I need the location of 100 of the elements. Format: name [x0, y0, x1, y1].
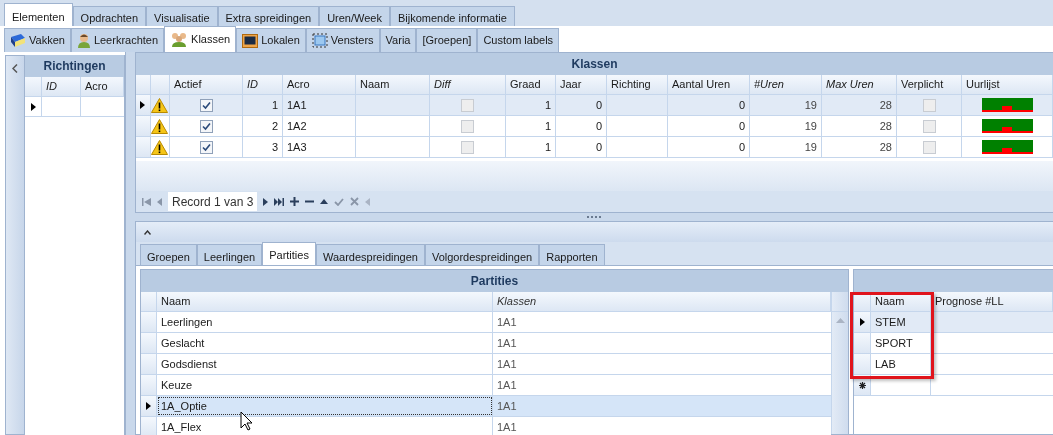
checkbox[interactable] — [461, 98, 474, 112]
table-row[interactable]: 1A_Flex 1A1 — [141, 417, 831, 435]
tab[interactable]: Waardespreidingen — [315, 244, 425, 265]
tab[interactable]: Vensters — [305, 28, 380, 52]
tab[interactable]: Partities — [262, 242, 316, 265]
checkbox[interactable] — [922, 140, 936, 154]
first-record-icon[interactable] — [142, 197, 151, 206]
next-record-icon[interactable] — [263, 197, 269, 206]
table-cell: 1A_Optie — [157, 396, 493, 416]
person-icon — [76, 33, 91, 48]
tab[interactable]: Uren/Week — [319, 6, 390, 26]
column-header[interactable]: Jaar — [556, 75, 607, 94]
row-indicator-icon — [146, 402, 151, 410]
table-cell: 28 — [822, 137, 897, 157]
checkbox[interactable] — [461, 140, 474, 154]
checkmark-icon[interactable] — [334, 197, 345, 206]
checkbox[interactable] — [199, 140, 213, 154]
new-row-icon — [858, 381, 866, 389]
table-cell-text: 1A1 — [496, 335, 518, 351]
add-icon[interactable] — [290, 197, 300, 206]
table-cell: 1 — [506, 137, 556, 157]
schedule-bar-icon — [981, 98, 1033, 112]
tab[interactable]: Bijkomende informatie — [389, 6, 515, 26]
tab[interactable]: Leerlingen — [196, 244, 263, 265]
table-row[interactable]: Godsdienst 1A1 — [141, 354, 831, 375]
table-row[interactable]: Keuze 1A1 — [141, 375, 831, 396]
row-header[interactable] — [136, 95, 151, 115]
selection-frame-icon — [311, 33, 328, 48]
book-icon — [10, 33, 26, 48]
column-header[interactable]: #Uren — [750, 75, 822, 94]
previous-record-icon[interactable] — [157, 197, 162, 206]
panel-title: Richtingen — [25, 55, 124, 77]
row-indicator-icon — [859, 318, 865, 326]
scroll-up-icon[interactable] — [835, 318, 845, 323]
table-cell: 0 — [556, 95, 607, 115]
table-cell: SPORT — [871, 333, 931, 353]
column-header[interactable]: Acro — [283, 75, 356, 94]
tab[interactable]: Extra spreidingen — [217, 6, 320, 26]
scroll-left-icon[interactable] — [365, 197, 371, 206]
column-header[interactable]: Richting — [607, 75, 668, 94]
row-header[interactable] — [854, 312, 871, 332]
table-cell: 28 — [822, 95, 897, 115]
column-header[interactable]: Naam — [356, 75, 430, 94]
tab[interactable]: Klassen — [164, 26, 237, 52]
table-cell: 1 — [243, 95, 283, 115]
column-header[interactable]: Acro — [81, 77, 124, 96]
up-icon[interactable] — [320, 199, 329, 204]
table-cell: 3 — [243, 137, 283, 157]
tab[interactable]: Lokalen — [236, 28, 306, 52]
column-header[interactable]: Uurlijst — [962, 75, 1053, 94]
table-row[interactable]: 1A_Optie 1A1 — [141, 396, 831, 417]
column-header[interactable]: Prognose #LL — [931, 292, 1053, 311]
checkbox[interactable] — [199, 98, 213, 112]
column-header[interactable]: Naam — [871, 292, 931, 311]
column-header[interactable]: Aantal Uren — [668, 75, 750, 94]
collapse-up-icon[interactable] — [144, 229, 151, 235]
column-header[interactable]: Verplicht — [897, 75, 962, 94]
tab[interactable]: Vakken — [4, 28, 71, 52]
column-header[interactable]: ID — [243, 75, 283, 94]
column-header[interactable]: Graad — [506, 75, 556, 94]
row-header[interactable] — [141, 396, 157, 416]
tab[interactable]: Groepen — [140, 244, 197, 265]
checkbox[interactable] — [922, 119, 936, 133]
collapse-icon[interactable] — [12, 64, 18, 73]
column-header[interactable]: Max Uren — [822, 75, 897, 94]
tab[interactable]: Varia — [379, 28, 417, 52]
table-cell: STEM — [871, 312, 931, 332]
column-header[interactable]: Diff — [430, 75, 506, 94]
checkbox[interactable] — [199, 119, 213, 133]
checkbox[interactable] — [922, 98, 936, 112]
people-icon — [170, 32, 189, 47]
tab[interactable]: Opdrachten — [72, 6, 147, 26]
row-indicator-icon — [30, 102, 36, 111]
tab[interactable]: [Groepen] — [416, 28, 478, 52]
table-cell-text: 1A1 — [496, 356, 518, 372]
table-cell: 1 — [506, 116, 556, 136]
schedule-bar-icon — [981, 119, 1033, 133]
monitor-icon — [242, 33, 259, 48]
table-cell: 1A1 — [283, 95, 356, 115]
table-cell: 28 — [822, 116, 897, 136]
table-row[interactable]: Geslacht 1A1 — [141, 333, 831, 354]
checkbox[interactable] — [461, 119, 474, 133]
column-header[interactable]: ID — [42, 77, 81, 96]
tab[interactable]: Rapporten — [539, 244, 605, 265]
table-cell: 19 — [750, 137, 822, 157]
cancel-icon[interactable] — [350, 197, 360, 206]
column-header[interactable]: Actief — [170, 75, 243, 94]
tab[interactable]: Visualisatie — [146, 6, 218, 26]
table-row[interactable]: 2 1A2 1 0 0 19 28 — [136, 116, 1053, 137]
tab[interactable]: Volgordespreidingen — [424, 244, 540, 265]
tab[interactable]: Elementen — [4, 3, 73, 26]
table-row[interactable]: 3 1A3 1 0 0 19 28 — [136, 137, 1053, 158]
table-cell: Geslacht — [157, 333, 493, 353]
table-row[interactable]: 1 1A1 1 0 0 19 28 — [136, 95, 1053, 116]
tab[interactable]: Custom labels — [477, 28, 560, 52]
column-header[interactable]: Naam — [157, 292, 493, 311]
tab[interactable]: Leerkrachten — [70, 28, 165, 52]
table-row[interactable]: Leerlingen 1A1 — [141, 312, 831, 333]
table-cell: 19 — [750, 116, 822, 136]
last-record-icon[interactable] — [274, 197, 285, 206]
